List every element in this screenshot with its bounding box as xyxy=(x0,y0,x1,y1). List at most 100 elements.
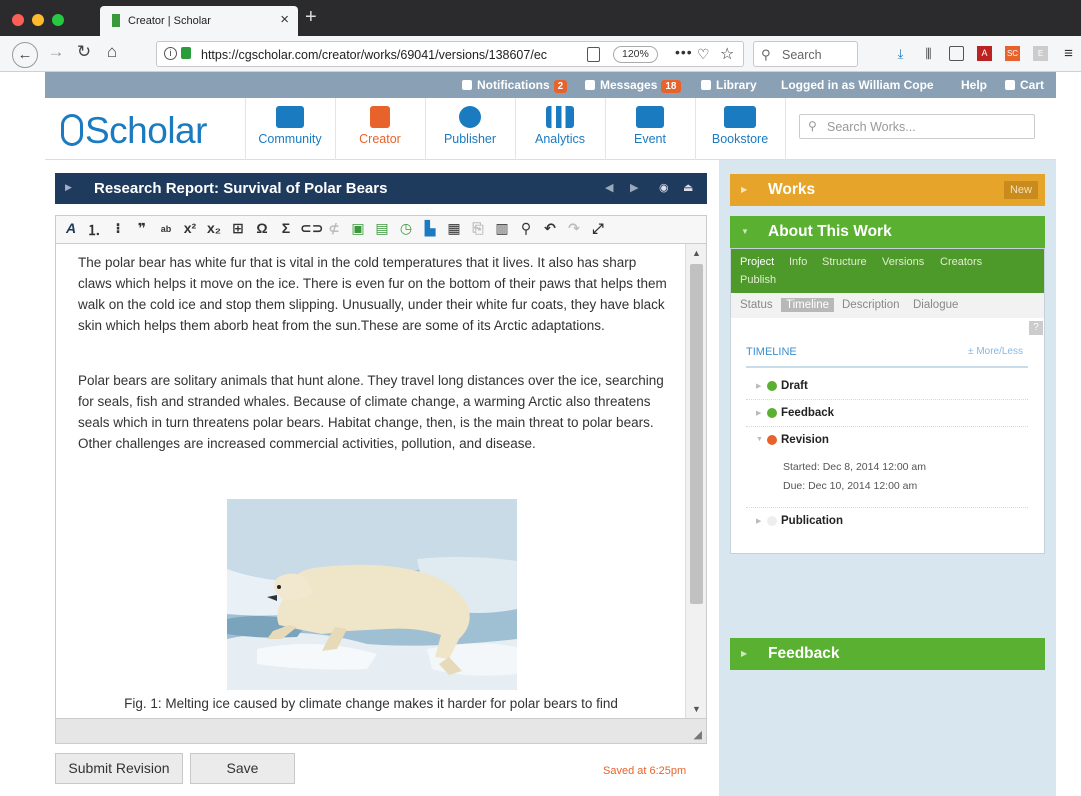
save-button[interactable]: Save xyxy=(190,753,295,784)
nav-event[interactable]: Event xyxy=(605,106,695,146)
submit-revision-button[interactable]: Submit Revision xyxy=(55,753,183,784)
expand-icon[interactable]: ▶ xyxy=(65,182,72,193)
insert-embed-icon[interactable]: ▦ xyxy=(444,220,464,237)
pdf-extension-icon[interactable]: A xyxy=(977,46,992,61)
feedback-panel-header[interactable]: ▶ Feedback xyxy=(730,638,1045,670)
unlink-icon[interactable]: ⊄ xyxy=(324,220,344,237)
preview-eye-icon[interactable]: ◉ xyxy=(659,181,669,194)
insert-video-icon[interactable]: ◷ xyxy=(396,220,416,237)
menu-hamburger-icon[interactable]: ≡ xyxy=(1061,46,1076,61)
nav-bookstore[interactable]: Bookstore xyxy=(695,106,785,146)
tab-project[interactable]: Project xyxy=(740,256,774,268)
messages-link[interactable]: Messages 18 xyxy=(585,78,681,93)
tab-structure[interactable]: Structure xyxy=(822,256,867,268)
resize-grip-icon[interactable]: ◢ xyxy=(694,728,702,741)
library-link[interactable]: Library xyxy=(701,78,757,92)
library-label: Library xyxy=(716,78,757,92)
scroll-up-icon[interactable]: ▲ xyxy=(692,248,701,258)
window-close-dot[interactable] xyxy=(12,14,24,26)
link-icon[interactable]: ⊂⊃ xyxy=(300,220,323,237)
undo-icon[interactable]: ↶ xyxy=(540,220,560,237)
reader-view-icon[interactable] xyxy=(587,47,600,62)
polar-bear-image[interactable] xyxy=(227,499,517,690)
superscript-icon[interactable]: x² xyxy=(180,220,200,236)
scroll-down-icon[interactable]: ▼ xyxy=(692,704,701,714)
url-bar[interactable]: i https://cgscholar.com/creator/works/69… xyxy=(156,41,744,67)
table-icon[interactable]: ⊞ xyxy=(228,220,248,237)
tab-creators[interactable]: Creators xyxy=(940,256,982,268)
find-icon[interactable]: ⚲ xyxy=(516,220,536,237)
site-info-icon[interactable]: i xyxy=(164,47,177,60)
subtab-dialogue[interactable]: Dialogue xyxy=(913,299,958,311)
sidebar-icon[interactable] xyxy=(949,46,964,61)
more-less-link[interactable]: ± More/Less xyxy=(968,346,1023,357)
scholar-logo[interactable]: Scholar xyxy=(61,110,207,152)
url-text[interactable]: https://cgscholar.com/creator/works/6904… xyxy=(201,48,561,62)
tab-close-icon[interactable]: × xyxy=(280,11,289,28)
numbered-list-icon[interactable]: ⒈ xyxy=(84,220,104,240)
next-section-icon[interactable]: ▶ xyxy=(630,181,638,194)
font-style-icon[interactable]: A xyxy=(61,220,81,236)
insert-media-icon[interactable]: ▤ xyxy=(372,220,392,237)
user-menu[interactable]: Logged in as William Cope xyxy=(781,78,934,92)
collapse-toolbar-icon[interactable]: ⏏ xyxy=(683,181,693,194)
page-actions-icon[interactable]: ••• xyxy=(675,44,693,60)
works-panel-header[interactable]: ▶ Works New xyxy=(730,174,1045,206)
prev-section-icon[interactable]: ◀ xyxy=(605,181,613,194)
scholar-extension-icon[interactable]: SC xyxy=(1005,46,1020,61)
help-link[interactable]: Help xyxy=(961,78,987,92)
bulleted-list-icon[interactable]: ⁝ xyxy=(108,220,128,237)
insert-image-icon[interactable]: ▣ xyxy=(348,220,368,237)
subscript-icon[interactable]: x₂ xyxy=(204,220,224,236)
about-panel-header[interactable]: ▼ About This Work xyxy=(730,216,1045,248)
subtab-timeline[interactable]: Timeline xyxy=(781,298,835,312)
home-button[interactable]: ⌂ xyxy=(100,42,124,62)
bookmark-star-icon[interactable]: ☆ xyxy=(720,44,734,64)
pocket-icon[interactable]: ♡ xyxy=(697,46,710,63)
subtab-description[interactable]: Description xyxy=(842,299,900,311)
window-minimize-dot[interactable] xyxy=(32,14,44,26)
window-zoom-dot[interactable] xyxy=(52,14,64,26)
strikethrough-icon[interactable]: ab xyxy=(156,224,176,234)
subtab-status[interactable]: Status xyxy=(740,299,773,311)
fullscreen-icon[interactable]: ⤢ xyxy=(588,220,608,237)
paragraph-1[interactable]: The polar bear has white fur that is vit… xyxy=(78,252,670,336)
timeline-item-feedback[interactable]: ▶ Feedback xyxy=(746,400,1028,427)
timeline-item-draft[interactable]: ▶ Draft xyxy=(746,373,1028,400)
browser-tab[interactable]: Creator | Scholar × xyxy=(100,6,298,36)
paste-icon[interactable]: ▥ xyxy=(492,220,512,237)
nav-analytics[interactable]: Analytics xyxy=(515,106,605,146)
notifications-link[interactable]: Notifications 2 xyxy=(462,78,568,93)
new-tab-button[interactable]: + xyxy=(305,6,317,29)
zoom-level[interactable]: 120% xyxy=(613,46,658,63)
help-icon[interactable]: ? xyxy=(1029,321,1043,335)
browser-search-box[interactable]: ⚲ Search xyxy=(753,41,858,67)
equation-icon[interactable]: Σ xyxy=(276,220,296,236)
tab-publish[interactable]: Publish xyxy=(740,274,776,286)
scrollbar-thumb[interactable] xyxy=(690,264,703,604)
redo-icon[interactable]: ↷ xyxy=(564,220,584,237)
copy-icon[interactable]: ⎘ xyxy=(468,220,488,237)
forward-button[interactable]: → xyxy=(44,42,68,62)
nav-community[interactable]: Community xyxy=(245,106,335,146)
nav-publisher[interactable]: Publisher xyxy=(425,106,515,146)
timeline-item-publication[interactable]: ▶ Publication xyxy=(746,508,1028,535)
back-button[interactable]: ← xyxy=(12,42,38,68)
reload-button[interactable]: ↻ xyxy=(72,42,96,62)
tab-versions[interactable]: Versions xyxy=(882,256,924,268)
editor-scrollbar[interactable]: ▲ ▼ xyxy=(685,244,707,718)
blockquote-icon[interactable]: ❞ xyxy=(132,220,152,237)
downloads-icon[interactable]: ⤓ xyxy=(893,46,908,61)
search-works-input[interactable]: ⚲ Search Works... xyxy=(799,114,1035,139)
library-icon[interactable]: ⫼ xyxy=(921,46,936,61)
tab-info[interactable]: Info xyxy=(789,256,807,268)
new-work-button[interactable]: New xyxy=(1003,181,1038,199)
paragraph-2[interactable]: Polar bears are solitary animals that hu… xyxy=(78,370,670,454)
editor-content[interactable]: The polar bear has white fur that is vit… xyxy=(55,244,685,718)
special-character-icon[interactable]: Ω xyxy=(252,220,272,236)
insert-document-icon[interactable]: ▙ xyxy=(420,220,440,237)
nav-creator[interactable]: Creator xyxy=(335,106,425,146)
timeline-item-revision[interactable]: ▼ Revision Started: Dec 8, 2014 12:00 am… xyxy=(746,427,1028,508)
extension-icon[interactable]: E xyxy=(1033,46,1048,61)
cart-link[interactable]: Cart xyxy=(1005,78,1044,92)
